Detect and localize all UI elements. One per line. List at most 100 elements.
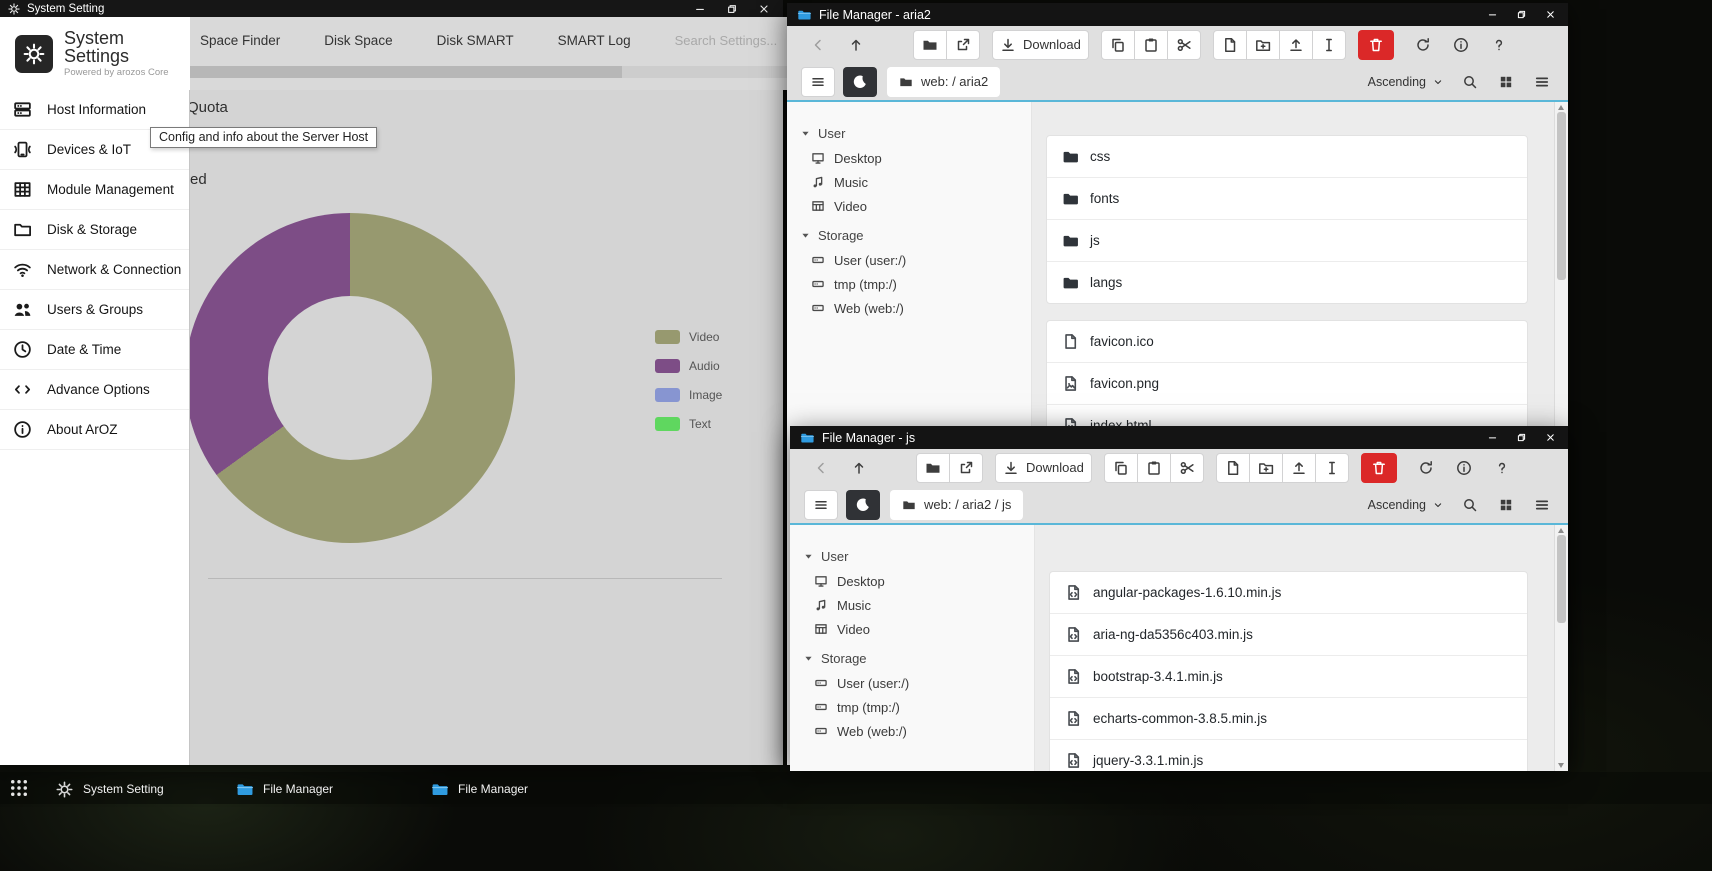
app-launcher-button[interactable] bbox=[8, 778, 30, 800]
close-button[interactable] bbox=[756, 1, 771, 16]
refresh-button[interactable] bbox=[1406, 30, 1440, 60]
list-view-button[interactable] bbox=[1532, 72, 1552, 92]
close-button[interactable] bbox=[1543, 7, 1558, 22]
paste-button[interactable] bbox=[1134, 30, 1168, 60]
help-button[interactable] bbox=[1482, 30, 1516, 60]
tree-item-desktop[interactable]: Desktop bbox=[800, 146, 1031, 170]
scroll-up-arrow[interactable] bbox=[1558, 105, 1564, 110]
close-button[interactable] bbox=[1543, 430, 1558, 445]
maximize-button[interactable] bbox=[1514, 430, 1529, 445]
tree-item-web-web[interactable]: Web (web:/) bbox=[800, 296, 1031, 320]
tree-item-video[interactable]: Video bbox=[800, 194, 1031, 218]
tree-item-web-web[interactable]: Web (web:/) bbox=[803, 719, 1034, 743]
file-row-langs[interactable]: langs bbox=[1047, 262, 1527, 303]
sort-order-dropdown[interactable]: Ascending bbox=[1368, 498, 1444, 512]
file-row-bootstrap-3-4-1-min-js[interactable]: bootstrap-3.4.1.min.js bbox=[1050, 656, 1527, 698]
copy-button[interactable] bbox=[1104, 453, 1138, 483]
upload-button[interactable] bbox=[1282, 453, 1316, 483]
trash-button[interactable] bbox=[1358, 30, 1394, 60]
grid-view-button[interactable] bbox=[1496, 72, 1516, 92]
file-row-favicon-ico[interactable]: favicon.ico bbox=[1047, 321, 1527, 363]
tree-item-tmp-tmp[interactable]: tmp (tmp:/) bbox=[800, 272, 1031, 296]
download-button[interactable]: Download bbox=[995, 453, 1092, 483]
scroll-down-arrow[interactable] bbox=[1558, 763, 1564, 768]
rename-button[interactable] bbox=[1312, 30, 1346, 60]
tree-item-music[interactable]: Music bbox=[803, 593, 1034, 617]
new-file-button[interactable] bbox=[1216, 453, 1250, 483]
menu-button[interactable] bbox=[801, 67, 835, 97]
up-button[interactable] bbox=[839, 30, 873, 60]
new-folder-button[interactable] bbox=[1246, 30, 1280, 60]
window-titlebar[interactable]: System Setting bbox=[0, 0, 783, 17]
taskbar-item-file-manager-1[interactable]: File Manager bbox=[236, 778, 333, 800]
help-button[interactable] bbox=[1485, 453, 1519, 483]
info-button[interactable] bbox=[1444, 30, 1478, 60]
folder-open-button[interactable] bbox=[913, 30, 947, 60]
tree-item-video[interactable]: Video bbox=[803, 617, 1034, 641]
sidebar-item-module-management[interactable]: Module Management bbox=[0, 170, 189, 210]
window-titlebar[interactable]: File Manager - aria2 bbox=[787, 3, 1568, 26]
file-row-aria-ng-da5356c403-min-js[interactable]: aria-ng-da5356c403.min.js bbox=[1050, 614, 1527, 656]
dark-mode-button[interactable] bbox=[843, 67, 877, 97]
file-row-fonts[interactable]: fonts bbox=[1047, 178, 1527, 220]
file-row-angular-packages-1-6-10-min-js[interactable]: angular-packages-1.6.10.min.js bbox=[1050, 572, 1527, 614]
external-link-button[interactable] bbox=[949, 453, 983, 483]
sidebar-item-advance-options[interactable]: Advance Options bbox=[0, 370, 189, 410]
back-button[interactable] bbox=[804, 453, 838, 483]
minimize-button[interactable] bbox=[692, 1, 707, 16]
tab-space-finder[interactable]: Space Finder bbox=[200, 33, 280, 48]
breadcrumb[interactable]: web: / aria2 / js bbox=[890, 490, 1023, 520]
external-link-button[interactable] bbox=[946, 30, 980, 60]
minimize-button[interactable] bbox=[1485, 430, 1500, 445]
cut-button[interactable] bbox=[1170, 453, 1204, 483]
sidebar-item-host-information[interactable]: Host Information bbox=[0, 90, 189, 130]
up-button[interactable] bbox=[842, 453, 876, 483]
search-button[interactable] bbox=[1460, 72, 1480, 92]
dark-mode-button[interactable] bbox=[846, 490, 880, 520]
sidebar-item-network-connection[interactable]: Network & Connection bbox=[0, 250, 189, 290]
breadcrumb[interactable]: web: / aria2 bbox=[887, 67, 1000, 97]
copy-button[interactable] bbox=[1101, 30, 1135, 60]
tabs-scrollbar[interactable] bbox=[190, 66, 791, 78]
scroll-up-arrow[interactable] bbox=[1558, 528, 1564, 533]
rename-button[interactable] bbox=[1315, 453, 1349, 483]
new-folder-button[interactable] bbox=[1249, 453, 1283, 483]
tabs-scrollbar-thumb[interactable] bbox=[190, 66, 622, 78]
tree-section-storage[interactable]: Storage bbox=[803, 645, 1034, 671]
file-row-favicon-png[interactable]: favicon.png bbox=[1047, 363, 1527, 405]
grid-view-button[interactable] bbox=[1496, 495, 1516, 515]
trash-button[interactable] bbox=[1361, 453, 1397, 483]
paste-button[interactable] bbox=[1137, 453, 1171, 483]
file-row-echarts-common-3-8-5-min-js[interactable]: echarts-common-3.8.5.min.js bbox=[1050, 698, 1527, 740]
file-row-js[interactable]: js bbox=[1047, 220, 1527, 262]
tree-section-storage[interactable]: Storage bbox=[800, 222, 1031, 248]
upload-button[interactable] bbox=[1279, 30, 1313, 60]
tree-section-user[interactable]: User bbox=[803, 543, 1034, 569]
vertical-scrollbar[interactable] bbox=[1554, 525, 1568, 771]
maximize-button[interactable] bbox=[1514, 7, 1529, 22]
sidebar-item-date-time[interactable]: Date & Time bbox=[0, 330, 189, 370]
sort-order-dropdown[interactable]: Ascending bbox=[1368, 75, 1444, 89]
tab-disk-smart[interactable]: Disk SMART bbox=[437, 33, 514, 48]
minimize-button[interactable] bbox=[1485, 7, 1500, 22]
file-row-css[interactable]: css bbox=[1047, 136, 1527, 178]
download-button[interactable]: Download bbox=[992, 30, 1089, 60]
menu-button[interactable] bbox=[804, 490, 838, 520]
maximize-button[interactable] bbox=[724, 1, 739, 16]
tree-item-desktop[interactable]: Desktop bbox=[803, 569, 1034, 593]
tab-disk-space[interactable]: Disk Space bbox=[324, 33, 392, 48]
tab-smart-log[interactable]: SMART Log bbox=[558, 33, 631, 48]
scrollbar-thumb[interactable] bbox=[1557, 535, 1566, 623]
taskbar-item-file-manager-2[interactable]: File Manager bbox=[431, 778, 528, 800]
tree-section-user[interactable]: User bbox=[800, 120, 1031, 146]
list-view-button[interactable] bbox=[1532, 495, 1552, 515]
folder-open-button[interactable] bbox=[916, 453, 950, 483]
scrollbar-thumb[interactable] bbox=[1557, 112, 1566, 280]
search-button[interactable] bbox=[1460, 495, 1480, 515]
file-row-jquery-3-3-1-min-js[interactable]: jquery-3.3.1.min.js bbox=[1050, 740, 1527, 771]
tree-item-user-user[interactable]: User (user:/) bbox=[803, 671, 1034, 695]
window-titlebar[interactable]: File Manager - js bbox=[790, 426, 1568, 449]
sidebar-item-about-aroz[interactable]: About ArOZ bbox=[0, 410, 189, 450]
taskbar-item-system-setting-0[interactable]: System Setting bbox=[56, 778, 164, 800]
sidebar-item-users-groups[interactable]: Users & Groups bbox=[0, 290, 189, 330]
